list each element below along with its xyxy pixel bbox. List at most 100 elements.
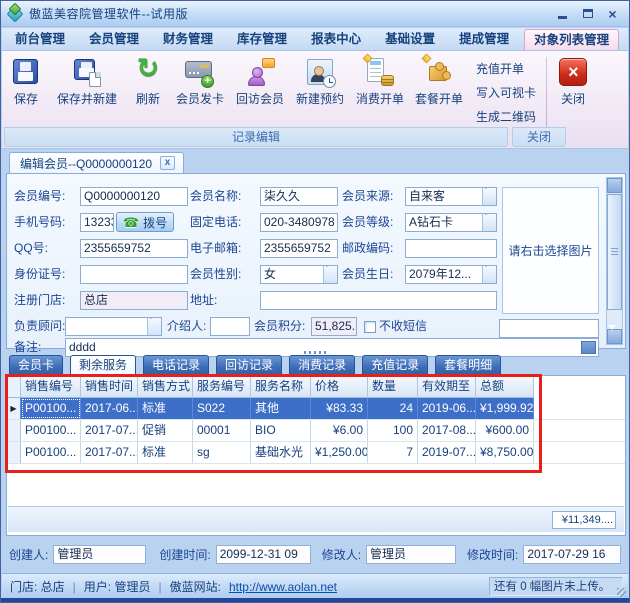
col-valid-until[interactable]: 有效期至: [418, 376, 476, 398]
menu-item-inventory[interactable]: 库存管理: [228, 29, 296, 50]
refresh-button[interactable]: ↻ 刷新: [126, 53, 170, 107]
modified-at-input: 2017-07-29 16: [523, 544, 621, 564]
level-select[interactable]: A钻石卡: [405, 213, 497, 232]
extra-field-input[interactable]: [499, 319, 599, 338]
splitter-grip-icon: [304, 351, 326, 354]
services-grid: 销售编号 销售时间 销售方式 服务编号 服务名称 价格 数量 有效期至 总额 ▶…: [6, 375, 626, 536]
tab-phone-records[interactable]: 电话记录: [143, 355, 210, 375]
menu-item-members[interactable]: 会员管理: [80, 29, 148, 50]
no-sms-label: 不收短信: [379, 319, 428, 333]
idcard-input[interactable]: [80, 265, 188, 284]
member-id-input[interactable]: Q0000000120: [80, 187, 188, 206]
address-input[interactable]: [260, 291, 497, 310]
cell-sale-time: 2017-07...: [81, 442, 138, 463]
menu-item-front-desk[interactable]: 前台管理: [6, 29, 74, 50]
tab-recharge-records[interactable]: 充值记录: [362, 355, 429, 375]
tab-edit-member[interactable]: 编辑会员--Q0000000120 x: [9, 152, 185, 173]
close-tab-button[interactable]: × 关闭: [551, 55, 595, 107]
email-input[interactable]: 2355659752: [260, 239, 338, 258]
member-name-label: 会员名称:: [190, 189, 242, 203]
member-source-select[interactable]: 自来客: [405, 187, 497, 206]
level-label: 会员等级:: [342, 215, 394, 229]
col-price[interactable]: 价格: [311, 376, 368, 398]
consultant-select[interactable]: [65, 317, 162, 336]
form-vertical-scrollbar[interactable]: [606, 175, 623, 351]
postcode-input[interactable]: [405, 239, 497, 258]
qq-input[interactable]: 2355659752: [80, 239, 188, 258]
menu-item-object-list[interactable]: 对象列表管理: [524, 29, 620, 50]
menu-item-settings[interactable]: 基础设置: [376, 29, 444, 50]
modified-by-label: 修改人:: [321, 547, 362, 562]
tab-visit-records[interactable]: 回访记录: [216, 355, 283, 375]
dial-button[interactable]: ☎ 拨号: [116, 212, 174, 232]
no-sms-checkbox[interactable]: [364, 321, 376, 333]
dropdown-arrow-icon[interactable]: [323, 266, 337, 283]
idcard-label: 身份证号:: [14, 267, 66, 281]
col-sale-time[interactable]: 销售时间: [81, 376, 138, 398]
birthday-select[interactable]: 2079年12...: [405, 265, 497, 284]
dropdown-arrow-icon[interactable]: [147, 318, 161, 335]
grid-header-row: 销售编号 销售时间 销售方式 服务编号 服务名称 价格 数量 有效期至 总额: [7, 376, 625, 398]
minimize-button[interactable]: [552, 6, 573, 22]
recharge-bill-button[interactable]: 充值开单: [476, 60, 536, 77]
consume-bill-button[interactable]: 消费开单: [350, 53, 410, 107]
cell-sale-type: 促销: [138, 420, 193, 441]
save-and-new-button[interactable]: 保存并新建: [48, 55, 126, 107]
tab-package-details[interactable]: 套餐明细: [435, 355, 502, 375]
member-name-input[interactable]: 柒久久: [260, 187, 338, 206]
website-link[interactable]: http://www.aolan.net: [229, 580, 337, 594]
scroll-down-button[interactable]: [607, 325, 622, 351]
landline-input[interactable]: 020-3480978: [260, 213, 338, 232]
mobile-label: 手机号码:: [14, 215, 66, 229]
cell-valid-until: 2017-08...: [418, 420, 476, 441]
scroll-up-button[interactable]: [607, 175, 622, 201]
gender-select[interactable]: 女: [260, 265, 338, 284]
appointment-clock-icon: [305, 57, 336, 88]
save-button[interactable]: 保存: [4, 55, 48, 107]
table-row[interactable]: ▶ P00100... 2017-06... 标准 S022 其他 ¥83.33…: [7, 398, 625, 420]
email-label: 电子邮箱:: [190, 241, 242, 255]
window-title: 傲蓝美容院管理软件--试用版: [29, 7, 188, 21]
close-button[interactable]: ×: [602, 6, 623, 22]
cell-service-name: BIO: [251, 420, 311, 441]
write-visual-card-button[interactable]: 写入可视卡: [476, 84, 536, 101]
dropdown-arrow-icon[interactable]: [482, 266, 496, 283]
tab-remaining-services[interactable]: 剩余服务: [70, 355, 137, 375]
introducer-input[interactable]: [210, 317, 250, 336]
col-service-name[interactable]: 服务名称: [251, 376, 311, 398]
tab-member-card[interactable]: 会员卡: [9, 355, 64, 375]
menu-item-commission[interactable]: 提成管理: [450, 29, 518, 50]
mobile-input[interactable]: 1323333: [80, 213, 114, 232]
table-row[interactable]: P00100... 2017-07... 促销 00001 BIO ¥6.00 …: [7, 420, 625, 442]
cell-service-no: sg: [193, 442, 251, 463]
package-bill-button[interactable]: 套餐开单: [410, 53, 468, 107]
member-photo-box[interactable]: 请右击选择图片: [502, 187, 599, 314]
ribbon-toolbar: 保存 保存并新建 ↻ 刷新 + 会员发卡 回访会员 新建预约 消费开单 套餐开单…: [2, 51, 628, 149]
cell-qty: 7: [368, 442, 418, 463]
tab-close-icon[interactable]: x: [160, 156, 176, 170]
status-separator: |: [158, 579, 162, 594]
dropdown-arrow-icon[interactable]: [482, 214, 496, 231]
table-row[interactable]: P00100... 2017-07... 标准 sg 基础水光 ¥1,250.0…: [7, 442, 625, 464]
cell-price: ¥6.00: [311, 420, 368, 441]
generate-qrcode-button[interactable]: 生成二维码: [476, 108, 536, 125]
col-total[interactable]: 总额: [476, 376, 534, 398]
col-qty[interactable]: 数量: [368, 376, 418, 398]
app-window: 傲蓝美容院管理软件--试用版 × 前台管理 会员管理 财务管理 库存管理 报表中…: [0, 0, 630, 603]
points-label: 会员积分:: [254, 319, 306, 333]
scrollbar-thumb[interactable]: [607, 194, 622, 310]
menu-item-reports[interactable]: 报表中心: [302, 29, 370, 50]
resize-grip-icon[interactable]: [617, 588, 626, 597]
col-service-no[interactable]: 服务编号: [193, 376, 251, 398]
menu-item-finance[interactable]: 财务管理: [154, 29, 222, 50]
tab-consume-records[interactable]: 消费记录: [289, 355, 356, 375]
visit-member-button[interactable]: 回访会员: [230, 55, 290, 107]
col-sale-no[interactable]: 销售编号: [21, 376, 81, 398]
col-sale-type[interactable]: 销售方式: [138, 376, 193, 398]
new-appointment-button[interactable]: 新建预约: [290, 55, 350, 107]
member-card-icon: +: [185, 57, 215, 88]
issue-card-button[interactable]: + 会员发卡: [170, 55, 230, 107]
status-separator: |: [72, 579, 76, 594]
maximize-button[interactable]: [577, 6, 598, 22]
dropdown-arrow-icon[interactable]: [482, 188, 496, 205]
